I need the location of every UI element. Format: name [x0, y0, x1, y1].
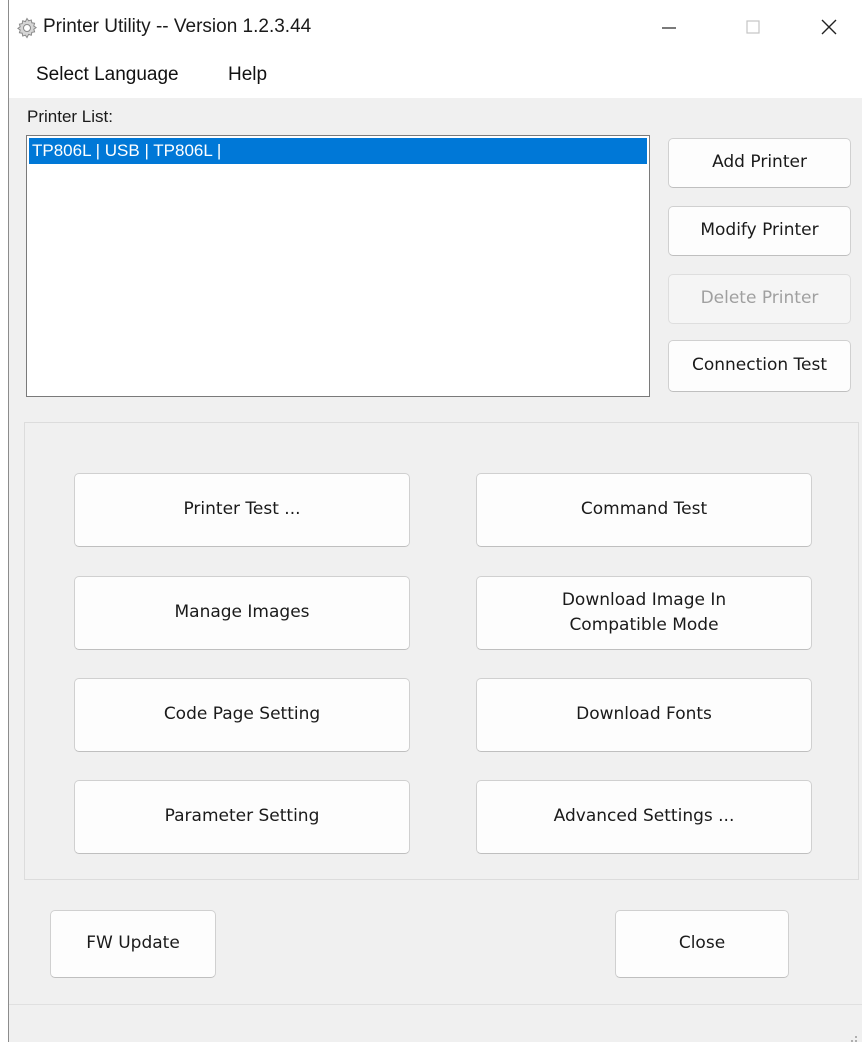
advanced-settings-label: Advanced Settings ... [553, 806, 735, 827]
close-label: Close [678, 933, 726, 954]
delete-printer-label: Delete Printer [700, 288, 819, 309]
printer-list-label: Printer List: [27, 107, 113, 126]
gear-icon [15, 16, 39, 40]
minimize-button[interactable] [623, 0, 715, 58]
parameter-setting-button[interactable]: Parameter Setting [74, 780, 410, 854]
manage-images-button[interactable]: Manage Images [74, 576, 410, 650]
fw-update-label: FW Update [86, 933, 180, 954]
maximize-icon [744, 18, 762, 40]
connection-test-button[interactable]: Connection Test [668, 340, 851, 392]
download-image-compatible-label-line2: Compatible Mode [569, 615, 719, 635]
advanced-settings-button[interactable]: Advanced Settings ... [476, 780, 812, 854]
command-test-label: Command Test [580, 499, 708, 520]
fw-update-button[interactable]: FW Update [50, 910, 216, 978]
add-printer-button[interactable]: Add Printer [668, 138, 851, 188]
close-icon [819, 17, 839, 41]
title-bar: Printer Utility -- Version 1.2.3.44 [9, 0, 862, 58]
modify-printer-button[interactable]: Modify Printer [668, 206, 851, 256]
resize-grip-icon[interactable] [848, 1028, 858, 1042]
modify-printer-label: Modify Printer [700, 220, 819, 241]
command-test-button[interactable]: Command Test [476, 473, 812, 547]
delete-printer-button[interactable]: Delete Printer [668, 274, 851, 324]
download-fonts-label: Download Fonts [576, 704, 712, 725]
menu-select-language[interactable]: Select Language [36, 64, 179, 86]
printer-listbox[interactable]: TP806L | USB | TP806L | [26, 135, 650, 397]
minimize-icon [660, 18, 678, 40]
download-fonts-button[interactable]: Download Fonts [476, 678, 812, 752]
window-title: Printer Utility -- Version 1.2.3.44 [43, 16, 312, 37]
code-page-setting-button[interactable]: Code Page Setting [74, 678, 410, 752]
menu-bar: Select Language Help [9, 58, 862, 98]
status-bar-divider [9, 1004, 862, 1005]
close-button[interactable]: Close [615, 910, 789, 978]
connection-test-label: Connection Test [691, 355, 828, 376]
download-image-compatible-label-line1: Download Image In [561, 589, 727, 610]
close-window-button[interactable] [783, 0, 862, 58]
add-printer-label: Add Printer [712, 152, 807, 173]
menu-help[interactable]: Help [228, 64, 267, 86]
printer-list-item[interactable]: TP806L | USB | TP806L | [29, 138, 647, 164]
manage-images-label: Manage Images [174, 602, 310, 623]
printer-test-button[interactable]: Printer Test ... [74, 473, 410, 547]
parameter-setting-label: Parameter Setting [164, 806, 320, 827]
download-image-compatible-button[interactable]: Download Image In Compatible Mode [476, 576, 812, 650]
printer-test-label: Printer Test ... [183, 499, 301, 520]
printer-utility-window: Printer Utility -- Version 1.2.3.44 Sele… [8, 0, 862, 1042]
code-page-setting-label: Code Page Setting [163, 704, 321, 725]
